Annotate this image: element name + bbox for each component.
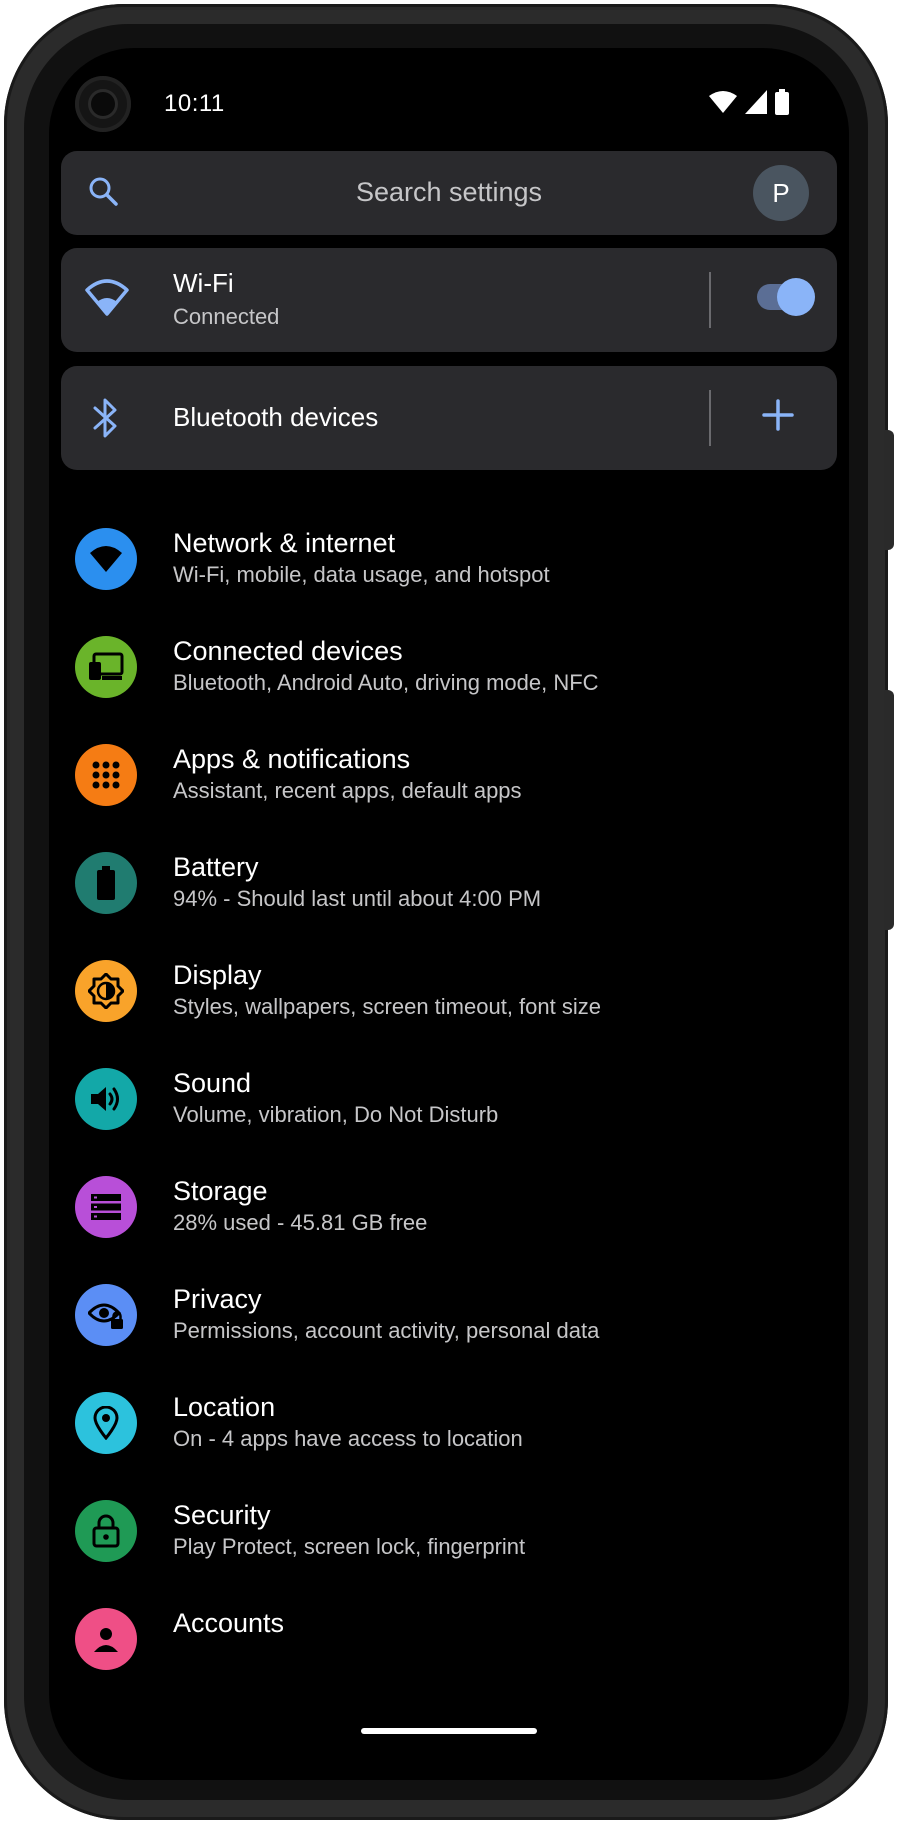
item-title: Apps & notifications xyxy=(173,744,411,774)
storage-icon-circle xyxy=(75,1176,137,1238)
accounts-icon-circle xyxy=(75,1608,137,1670)
connected-devices-icon-circle xyxy=(75,636,137,698)
side-button-power xyxy=(884,430,894,550)
item-subtitle: On - 4 apps have access to location xyxy=(173,1426,523,1451)
status-time: 10:11 xyxy=(164,90,225,117)
battery-icon xyxy=(97,866,115,900)
wifi-toggle[interactable] xyxy=(757,278,815,316)
apps-icon-circle xyxy=(75,744,137,806)
profile-avatar[interactable]: P xyxy=(753,165,809,221)
settings-item-location[interactable]: Location On - 4 apps have access to loca… xyxy=(49,1380,849,1490)
item-subtitle: Permissions, account activity, personal … xyxy=(173,1318,600,1343)
account-icon xyxy=(94,1628,118,1652)
side-button-volume xyxy=(884,690,894,930)
item-subtitle: Wi-Fi, mobile, data usage, and hotspot xyxy=(173,562,550,587)
wifi-icon xyxy=(85,279,129,316)
network-icon-circle xyxy=(75,528,137,590)
lock-icon xyxy=(92,1514,120,1548)
location-pin-icon xyxy=(93,1406,119,1440)
wifi-title: Wi-Fi xyxy=(173,268,234,298)
item-title: Privacy xyxy=(173,1284,262,1314)
settings-item-accounts[interactable]: Accounts xyxy=(49,1596,849,1706)
wifi-status: Connected xyxy=(173,304,280,329)
item-title: Display xyxy=(173,960,262,990)
cell-signal-icon xyxy=(745,90,767,114)
settings-item-display[interactable]: Display Styles, wallpapers, screen timeo… xyxy=(49,948,849,1058)
wifi-toggle-knob xyxy=(777,278,815,316)
wifi-signal-icon xyxy=(709,91,737,113)
item-subtitle: Assistant, recent apps, default apps xyxy=(173,778,522,803)
bluetooth-divider xyxy=(709,390,711,446)
battery-status-icon xyxy=(775,89,789,115)
add-device-icon[interactable] xyxy=(761,398,795,432)
brightness-icon xyxy=(88,973,124,1009)
wifi-divider xyxy=(709,272,711,328)
item-title: Connected devices xyxy=(173,636,403,666)
item-subtitle: Styles, wallpapers, screen timeout, font… xyxy=(173,994,601,1019)
item-title: Location xyxy=(173,1392,276,1422)
settings-item-battery[interactable]: Battery 94% - Should last until about 4:… xyxy=(49,840,849,950)
storage-icon xyxy=(91,1194,121,1220)
item-title: Storage xyxy=(173,1176,268,1206)
wifi-icon xyxy=(90,546,122,572)
wifi-card[interactable]: Wi-Fi Connected xyxy=(61,248,837,352)
location-icon-circle xyxy=(75,1392,137,1454)
item-subtitle: Bluetooth, Android Auto, driving mode, N… xyxy=(173,670,599,695)
settings-item-privacy[interactable]: Privacy Permissions, account activity, p… xyxy=(49,1272,849,1382)
apps-grid-icon xyxy=(92,761,120,789)
item-title: Sound xyxy=(173,1068,252,1098)
item-title: Accounts xyxy=(173,1608,285,1638)
speaker-icon xyxy=(91,1087,119,1111)
search-bar[interactable]: Search settings P xyxy=(61,151,837,235)
item-subtitle: 94% - Should last until about 4:00 PM xyxy=(173,886,542,911)
settings-item-storage[interactable]: Storage 28% used - 45.81 GB free xyxy=(49,1164,849,1274)
item-subtitle: 28% used - 45.81 GB free xyxy=(173,1210,428,1235)
item-title: Network & internet xyxy=(173,528,396,558)
security-icon-circle xyxy=(75,1500,137,1562)
devices-icon xyxy=(89,652,124,680)
settings-item-apps[interactable]: Apps & notifications Assistant, recent a… xyxy=(49,732,849,842)
sound-icon-circle xyxy=(75,1068,137,1130)
settings-item-network[interactable]: Network & internet Wi-Fi, mobile, data u… xyxy=(49,516,849,626)
front-camera xyxy=(75,76,131,132)
screen: 10:11 Search settings P Wi-Fi Connected xyxy=(49,48,849,1780)
bluetooth-title: Bluetooth devices xyxy=(173,402,379,432)
privacy-eye-icon xyxy=(88,1303,123,1329)
item-title: Security xyxy=(173,1500,271,1530)
settings-item-connected-devices[interactable]: Connected devices Bluetooth, Android Aut… xyxy=(49,624,849,734)
privacy-icon-circle xyxy=(75,1284,137,1346)
settings-item-security[interactable]: Security Play Protect, screen lock, fing… xyxy=(49,1488,849,1598)
item-title: Battery xyxy=(173,852,259,882)
bluetooth-icon xyxy=(93,398,117,438)
display-icon-circle xyxy=(75,960,137,1022)
search-placeholder: Search settings xyxy=(355,177,543,207)
item-subtitle: Play Protect, screen lock, fingerprint xyxy=(173,1534,526,1559)
battery-icon-circle xyxy=(75,852,137,914)
home-gesture-bar[interactable] xyxy=(361,1728,537,1734)
bluetooth-card[interactable]: Bluetooth devices xyxy=(61,366,837,470)
status-icons xyxy=(709,88,789,116)
item-subtitle: Volume, vibration, Do Not Disturb xyxy=(173,1102,499,1127)
settings-item-sound[interactable]: Sound Volume, vibration, Do Not Disturb xyxy=(49,1056,849,1166)
